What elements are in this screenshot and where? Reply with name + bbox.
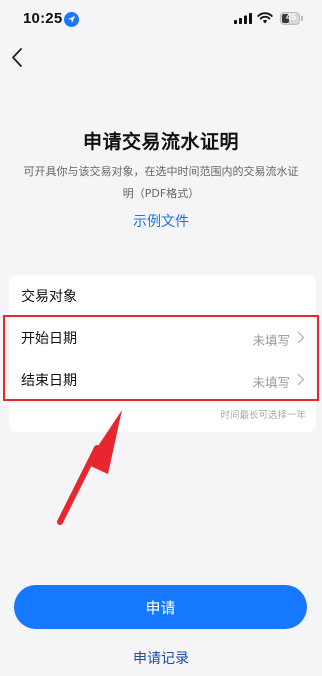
- transaction-party-label: 交易对象: [21, 289, 77, 305]
- back-chevron-icon: [12, 48, 22, 67]
- description-text: 可开具你与该交易对象，在选中时间范围内的交易流水证明（PDF格式）: [23, 165, 299, 200]
- transaction-party-row[interactable]: 交易对象: [9, 275, 316, 317]
- apply-records-link[interactable]: 申请记录: [0, 648, 322, 668]
- status-time: 10:25: [23, 10, 63, 27]
- back-button[interactable]: [6, 44, 30, 72]
- page-title: 申请交易流水证明: [82, 131, 239, 153]
- annotation-highlight-box: [3, 315, 319, 401]
- status-bar: 10:25 45: [0, 0, 322, 40]
- battery-icon: 45: [280, 12, 300, 25]
- apply-button[interactable]: 申请: [14, 585, 307, 629]
- battery-percent: 45: [285, 12, 296, 22]
- signal-icon: [234, 13, 252, 24]
- battery-cap: [301, 16, 303, 21]
- date-range-hint: 时间最长可选择一年: [220, 410, 306, 421]
- annotation-arrow-icon: [57, 410, 122, 525]
- example-file-link[interactable]: 示例文件: [0, 211, 322, 231]
- wifi-icon: [257, 12, 273, 24]
- location-arrow-icon: [64, 12, 79, 27]
